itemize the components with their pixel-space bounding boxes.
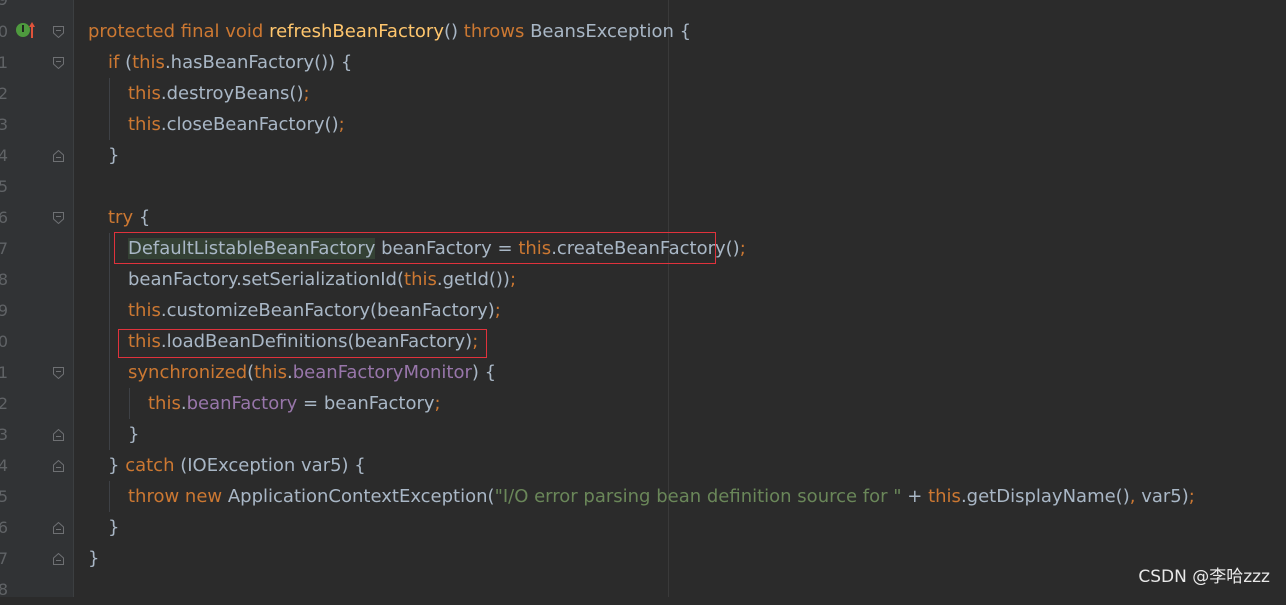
annotation-box-create-bean-factory (114, 232, 716, 264)
code-line: } catch (IOException var5) { (108, 455, 366, 476)
code-line: this.closeBeanFactory(); (128, 114, 345, 135)
code-line: } (108, 145, 120, 166)
code-line: beanFactory.setSerializationId(this.getI… (128, 269, 517, 290)
code-editor[interactable]: protected final void refreshBeanFactory(… (0, 0, 1286, 597)
code-line: throw new ApplicationContextException("I… (128, 486, 1195, 507)
code-line: this.beanFactory = beanFactory; (148, 393, 441, 414)
annotation-box-load-bean-definitions (118, 329, 487, 358)
code-line: synchronized(this.beanFactoryMonitor) { (128, 362, 497, 383)
watermark: CSDN @李哈zzz (1138, 567, 1270, 587)
code-line: if (this.hasBeanFactory()) { (108, 52, 353, 73)
code-line: try { (108, 207, 151, 228)
code-line: this.customizeBeanFactory(beanFactory); (128, 300, 501, 321)
code-line: protected final void refreshBeanFactory(… (88, 21, 692, 42)
code-line: } (108, 517, 120, 538)
code-line: this.destroyBeans(); (128, 83, 310, 104)
code-line: } (128, 424, 140, 445)
code-line: } (88, 548, 100, 569)
